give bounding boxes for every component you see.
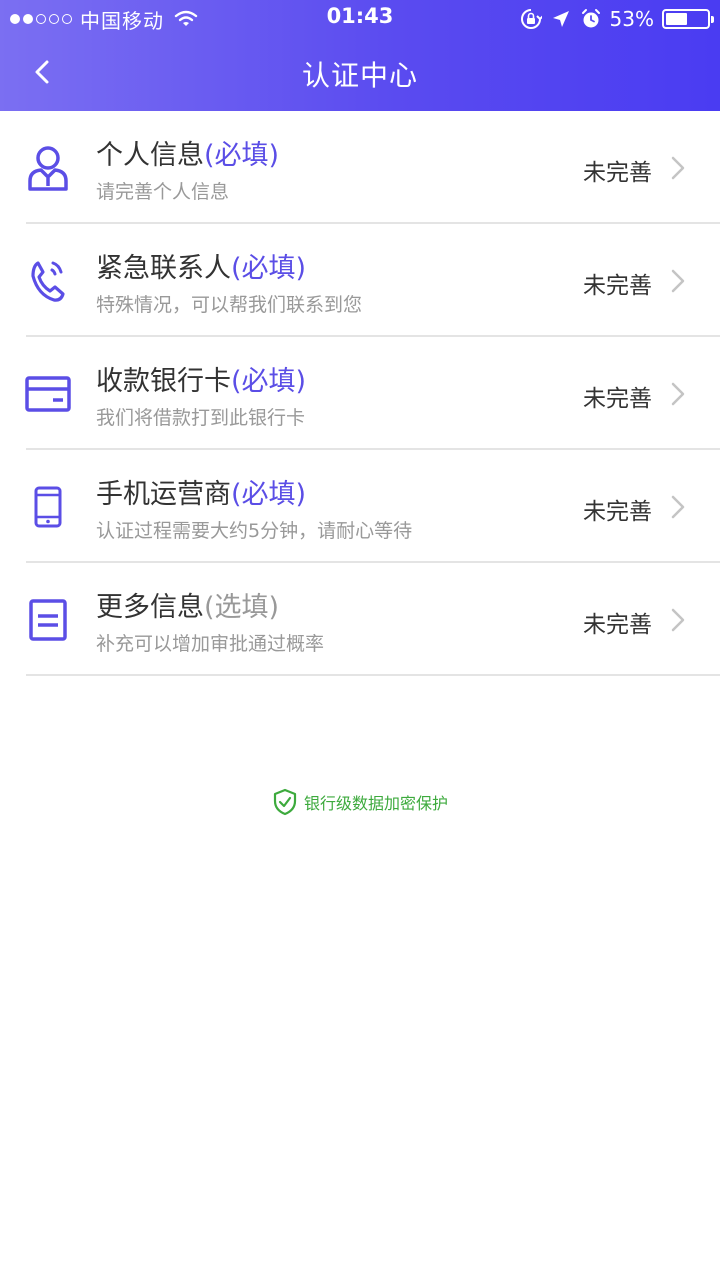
person-icon xyxy=(24,143,72,193)
verification-list: 个人信息(必填) 请完善个人信息 未完善 紧急联系人(必填) 特殊情况，可以帮我… xyxy=(0,111,720,676)
header: 中国移动 01:43 53% 认证中心 xyxy=(0,0,720,111)
item-title: 紧急联系人(必填) xyxy=(96,246,306,285)
page-title: 认证中心 xyxy=(301,59,418,92)
shield-check-icon xyxy=(273,788,297,816)
item-subtitle: 补充可以增加审批通过概率 xyxy=(96,633,325,655)
item-title: 更多信息(选填) xyxy=(96,585,279,624)
divider xyxy=(26,674,720,676)
item-status: 未完善 xyxy=(583,499,652,525)
bank-card-icon xyxy=(24,369,72,419)
phone-call-icon xyxy=(24,256,72,306)
item-title: 收款银行卡(必填) xyxy=(96,359,306,398)
item-subtitle: 特殊情况，可以帮我们联系到您 xyxy=(96,294,363,316)
orientation-lock-icon xyxy=(520,9,542,29)
chevron-right-icon xyxy=(671,495,685,519)
required-tag: (必填) xyxy=(231,366,307,397)
required-tag: (必填) xyxy=(204,140,280,171)
item-title-text: 紧急联系人 xyxy=(96,253,231,284)
item-status: 未完善 xyxy=(583,386,652,412)
chevron-right-icon xyxy=(671,156,685,180)
item-title-text: 更多信息 xyxy=(96,592,204,623)
chevron-right-icon xyxy=(671,269,685,293)
list-item-bank-card[interactable]: 收款银行卡(必填) 我们将借款打到此银行卡 未完善 xyxy=(0,337,720,450)
security-text: 银行级数据加密保护 xyxy=(303,794,448,813)
item-title-text: 收款银行卡 xyxy=(96,366,231,397)
item-subtitle: 我们将借款打到此银行卡 xyxy=(96,407,306,429)
battery-level xyxy=(666,13,688,25)
item-title: 个人信息(必填) xyxy=(96,133,279,172)
security-notice: 银行级数据加密保护 xyxy=(0,788,720,816)
status-bar: 中国移动 01:43 53% xyxy=(0,0,720,38)
alarm-icon xyxy=(581,9,600,28)
required-tag: (必填) xyxy=(231,253,307,284)
item-title-text: 手机运营商 xyxy=(96,479,231,510)
battery-icon xyxy=(662,9,714,29)
chevron-right-icon xyxy=(671,382,685,406)
list-item-mobile-carrier[interactable]: 手机运营商(必填) 认证过程需要大约5分钟，请耐心等待 未完善 xyxy=(0,450,720,563)
item-title: 手机运营商(必填) xyxy=(96,472,306,511)
navbar: 认证中心 xyxy=(0,38,720,111)
chevron-right-icon xyxy=(671,608,685,632)
optional-tag: (选填) xyxy=(204,592,280,623)
item-status: 未完善 xyxy=(583,160,652,186)
battery-percent: 53% xyxy=(609,7,654,31)
item-subtitle: 认证过程需要大约5分钟，请耐心等待 xyxy=(96,520,413,542)
mobile-phone-icon xyxy=(24,482,72,532)
item-status: 未完善 xyxy=(583,273,652,299)
document-icon xyxy=(24,595,72,645)
list-item-emergency-contact[interactable]: 紧急联系人(必填) 特殊情况，可以帮我们联系到您 未完善 xyxy=(0,224,720,337)
item-subtitle: 请完善个人信息 xyxy=(96,181,230,203)
list-item-more-info[interactable]: 更多信息(选填) 补充可以增加审批通过概率 未完善 xyxy=(0,563,720,676)
item-title-text: 个人信息 xyxy=(96,140,204,171)
status-bar-right: 53% xyxy=(520,6,714,32)
list-item-personal-info[interactable]: 个人信息(必填) 请完善个人信息 未完善 xyxy=(0,111,720,224)
item-status: 未完善 xyxy=(583,612,652,638)
location-arrow-icon xyxy=(552,11,569,27)
required-tag: (必填) xyxy=(231,479,307,510)
